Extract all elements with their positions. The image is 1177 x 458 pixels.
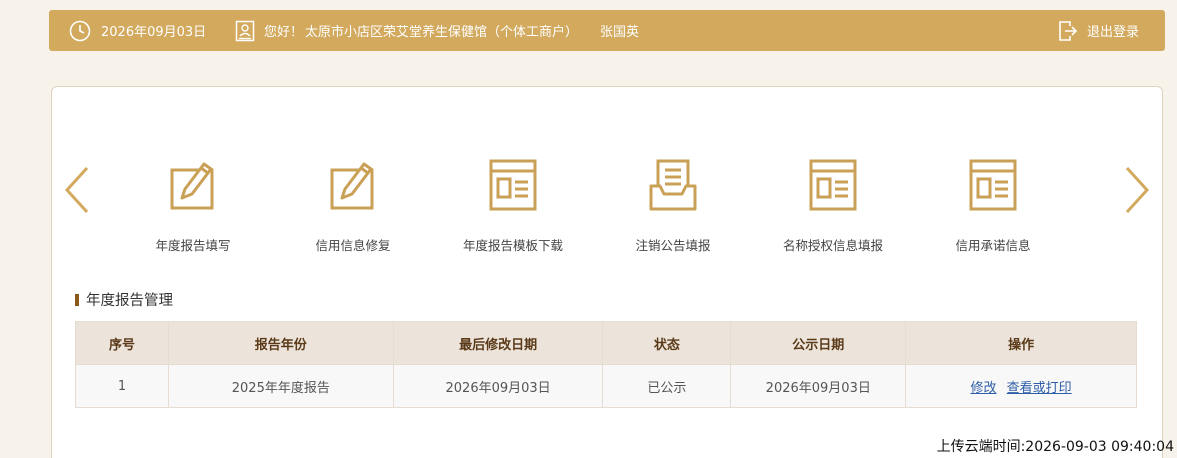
user-badge-icon <box>235 20 255 41</box>
document-template-icon <box>969 159 1017 211</box>
date-area: 2026年09月03日 <box>69 10 206 51</box>
edit-link[interactable]: 修改 <box>971 381 997 396</box>
menu-label: 年度报告模板下载 <box>462 238 563 253</box>
table-header-row: 序号 报告年份 最后修改日期 状态 公示日期 操作 <box>75 321 1137 365</box>
chevron-left-icon <box>64 166 89 214</box>
menu-name-authorization[interactable]: 名称授权信息填报 <box>758 158 908 254</box>
column-header: 报告年份 <box>167 321 394 365</box>
view-print-link[interactable]: 查看或打印 <box>1007 381 1072 396</box>
header-date: 2026年09月03日 <box>101 25 207 40</box>
menu-template-download[interactable]: 年度报告模板下载 <box>438 158 588 254</box>
menu-label: 名称授权信息填报 <box>782 238 883 253</box>
column-header: 状态 <box>602 321 732 365</box>
menu-label: 注销公告填报 <box>635 238 711 253</box>
menu-label: 年度报告填写 <box>155 238 231 253</box>
column-header: 最后修改日期 <box>392 321 604 365</box>
cell-published-date: 2026年09月03日 <box>730 364 907 408</box>
column-header: 公示日期 <box>730 321 907 365</box>
cell-index: 1 <box>75 364 169 408</box>
section-title: 年度报告管理 <box>75 289 173 310</box>
logout-label: 退出登录 <box>1087 25 1140 40</box>
clock-icon <box>69 20 91 41</box>
menu-credit-repair[interactable]: 信用信息修复 <box>278 158 428 254</box>
document-template-icon <box>809 159 857 211</box>
company-name: 太原市小店区荣艾堂养生保健馆（个体工商户） <box>305 25 579 40</box>
top-bar: 2026年09月03日 您好！ 太原市小店区荣艾堂养生保健馆（个体工商户） 张国… <box>49 10 1165 51</box>
inbox-document-icon <box>649 159 697 211</box>
menu-credit-commitment[interactable]: 信用承诺信息 <box>918 158 1068 254</box>
menu-annual-report-fill[interactable]: 年度报告填写 <box>118 158 268 254</box>
document-template-icon <box>489 159 537 211</box>
cell-report-year: 2025年年度报告 <box>167 364 394 408</box>
cell-modified-date: 2026年09月03日 <box>392 364 604 408</box>
cell-actions: 修改 查看或打印 <box>905 364 1137 408</box>
user-name: 张国英 <box>600 25 640 40</box>
greeting-text: 您好！ <box>264 25 304 40</box>
upload-time: 上传云端时间:2026-09-03 09:40:04 <box>936 439 1174 455</box>
menu-label: 信用承诺信息 <box>955 238 1031 253</box>
logout-icon <box>1059 20 1078 41</box>
carousel-prev-button[interactable] <box>63 165 91 219</box>
table-row: 1 2025年年度报告 2026年09月03日 已公示 2026年09月03日 … <box>75 364 1137 408</box>
section-title-marker <box>75 293 79 306</box>
chevron-right-icon <box>1125 166 1150 214</box>
column-header: 操作 <box>905 321 1137 365</box>
cell-status: 已公示 <box>602 364 732 408</box>
menu-label: 信用信息修复 <box>315 238 391 253</box>
logout-button[interactable]: 退出登录 <box>1058 10 1139 51</box>
greeting-area: 您好！ 太原市小店区荣艾堂养生保健馆（个体工商户） 张国英 <box>235 10 639 51</box>
menu-cancellation-notice[interactable]: 注销公告填报 <box>598 158 748 254</box>
carousel-next-button[interactable] <box>1123 165 1151 219</box>
pencil-edit-icon <box>170 162 214 210</box>
annual-report-table: 序号 报告年份 最后修改日期 状态 公示日期 操作 1 2025年年度报告 20… <box>75 321 1137 408</box>
column-header: 序号 <box>75 321 169 365</box>
pencil-edit-icon <box>330 162 374 210</box>
section-title-text: 年度报告管理 <box>86 293 173 309</box>
